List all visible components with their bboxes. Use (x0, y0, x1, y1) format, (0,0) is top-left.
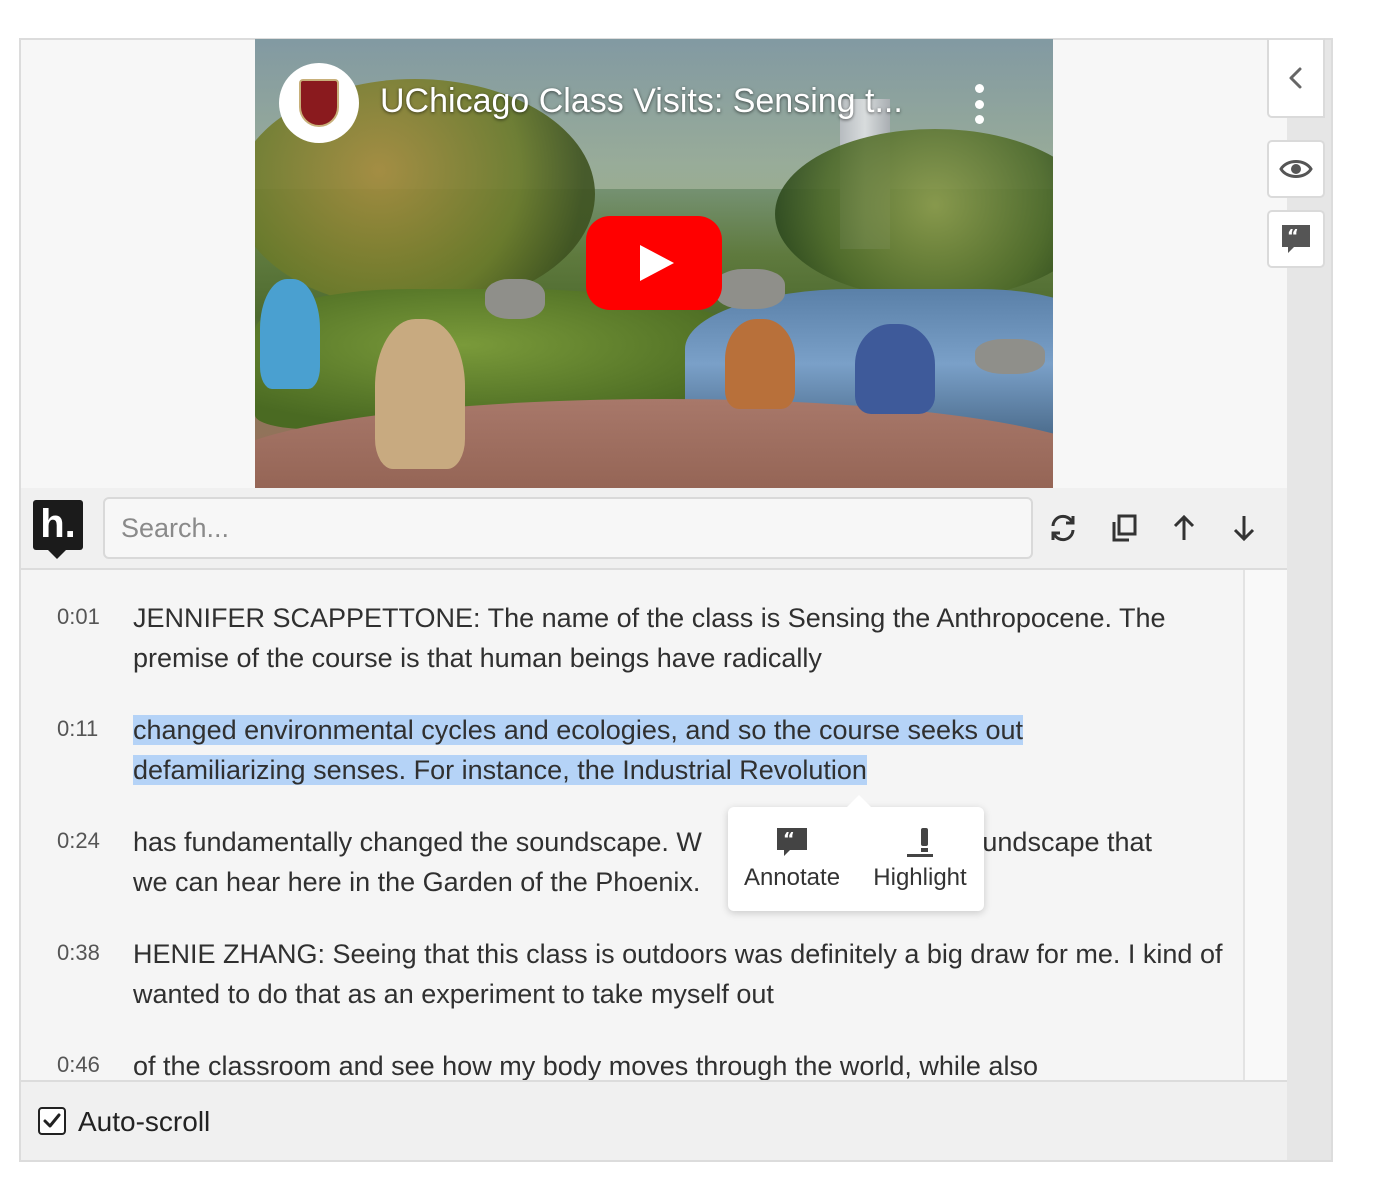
transcript-toolbar: h. (21, 488, 1287, 570)
segment-text[interactable]: HENIE ZHANG: Seeing that this class is o… (133, 934, 1223, 1014)
highlight-button[interactable]: Highlight (864, 807, 976, 911)
toggle-highlights-button[interactable] (1267, 140, 1325, 198)
highlight-icon (907, 828, 933, 857)
auto-scroll-label[interactable]: Auto-scroll (78, 1106, 210, 1138)
thumbnail-rock (485, 279, 545, 319)
copy-button[interactable] (1104, 508, 1144, 548)
chevron-left-icon (1289, 67, 1302, 89)
segment-text-part: we can hear here in the Garden of the Ph… (133, 867, 701, 897)
thumbnail-person (375, 319, 465, 469)
selection-adder-popover: “ Annotate Highlight (728, 795, 984, 911)
youtube-play-icon (640, 245, 674, 281)
segment-text[interactable]: has fundamentally changed the soundscape… (133, 822, 1223, 902)
sync-button[interactable] (1043, 508, 1083, 548)
thumbnail-person (855, 324, 935, 414)
thumbnail-person (725, 319, 795, 409)
search-input[interactable] (103, 497, 1033, 559)
copy-icon (1112, 514, 1137, 542)
segment-text-highlighted[interactable]: changed environmental cycles and ecologi… (133, 710, 1093, 790)
segment-text[interactable]: of the classroom and see how my body mov… (133, 1046, 1223, 1080)
selected-text[interactable]: changed environmental cycles and ecologi… (133, 715, 1024, 785)
hypothesis-logo[interactable]: h. (33, 500, 83, 559)
sync-icon (1051, 514, 1075, 542)
segment-text[interactable]: JENNIFER SCAPPETTONE: The name of the cl… (133, 598, 1223, 678)
show-annotations-button[interactable]: “ (1267, 210, 1325, 268)
previous-match-button[interactable] (1164, 508, 1204, 548)
segment-timestamp[interactable]: 0:24 (57, 828, 100, 854)
eye-icon (1279, 160, 1313, 178)
segment-text-part: has fundamentally changed the soundscape… (133, 827, 702, 857)
transcript-scrollbar[interactable] (1243, 570, 1287, 1080)
channel-logo[interactable] (279, 63, 359, 143)
annotate-button[interactable]: “ Annotate (742, 807, 842, 911)
youtube-play-button[interactable] (586, 216, 722, 310)
quote-bubble-icon: “ (1282, 225, 1310, 253)
collapse-sidebar-button[interactable] (1267, 38, 1325, 118)
thumbnail-rock (975, 339, 1045, 374)
transcript-footer: Auto-scroll (21, 1080, 1287, 1160)
svg-text:“: “ (1287, 226, 1299, 247)
next-match-button[interactable] (1224, 508, 1264, 548)
arrow-up-icon (1173, 514, 1195, 540)
video-title[interactable]: UChicago Class Visits: Sensing t... (380, 82, 903, 121)
highlight-label: Highlight (873, 864, 967, 891)
segment-timestamp[interactable]: 0:01 (57, 604, 100, 630)
segment-timestamp[interactable]: 0:46 (57, 1052, 100, 1078)
svg-text:“: “ (783, 829, 795, 850)
auto-scroll-checkbox[interactable] (38, 1107, 66, 1135)
more-options-icon[interactable] (972, 84, 986, 124)
thumbnail-rock (715, 269, 785, 309)
uchicago-shield-logo (299, 79, 339, 127)
annotate-label: Annotate (743, 864, 841, 891)
annotate-icon: “ (777, 828, 807, 856)
segment-timestamp[interactable]: 0:11 (57, 716, 98, 742)
segment-timestamp[interactable]: 0:38 (57, 940, 100, 966)
arrow-down-icon (1233, 516, 1255, 542)
sidebar-track (1287, 40, 1331, 1160)
checkmark-icon (43, 1113, 61, 1128)
transcript-list: 0:01 JENNIFER SCAPPETTONE: The name of t… (21, 570, 1243, 1080)
thumbnail-person (260, 279, 320, 389)
